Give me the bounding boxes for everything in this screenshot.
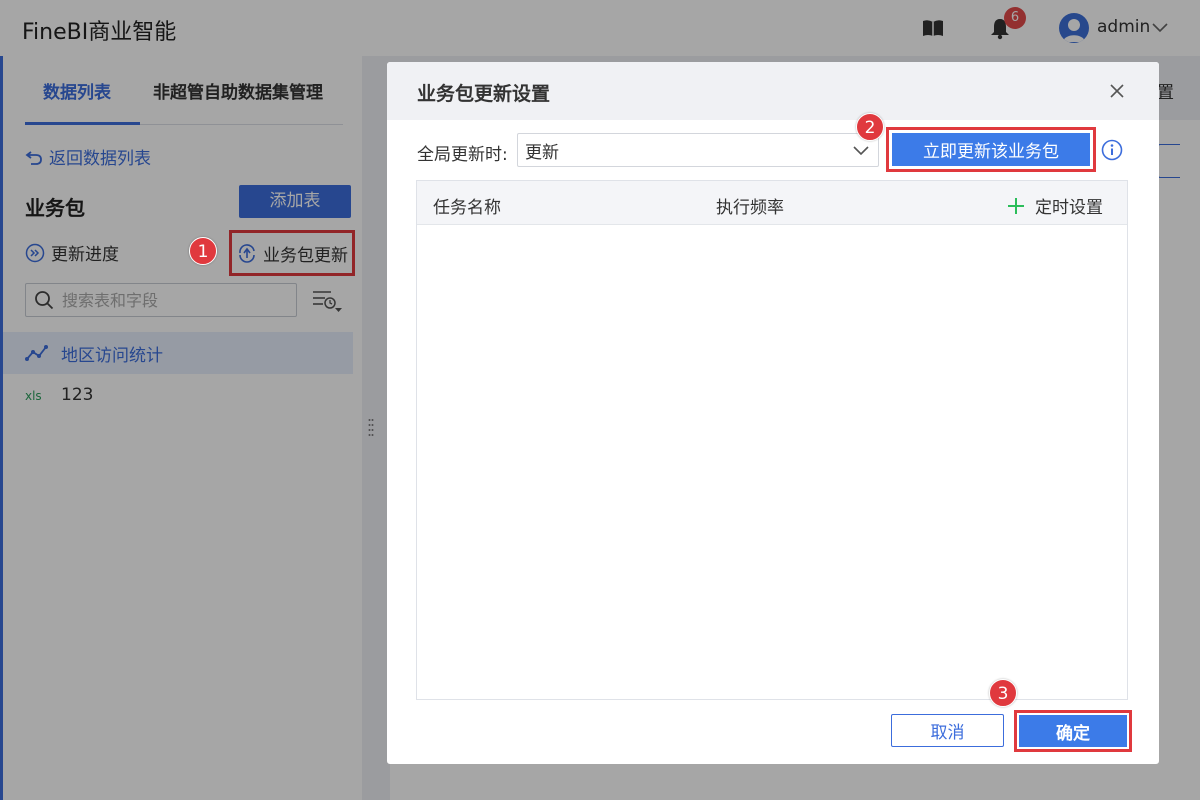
global-update-value: 更新 [525,142,559,163]
column-task-name: 任务名称 [433,198,501,218]
schedule-label: 定时设置 [1035,198,1103,218]
chevron-down-icon [853,146,869,156]
update-now-highlight: 立即更新该业务包 [886,127,1096,172]
confirm-button[interactable]: 确定 [1019,715,1127,747]
dialog-header: 业务包更新设置 [387,62,1159,120]
info-icon[interactable] [1101,139,1123,161]
cancel-button[interactable]: 取消 [891,714,1004,747]
update-now-button[interactable]: 立即更新该业务包 [892,133,1090,166]
dialog-title: 业务包更新设置 [417,83,551,105]
global-update-label: 全局更新时: [417,145,508,165]
package-update-dialog: 业务包更新设置 全局更新时: 更新 立即更新该业务包 任务名称 执行频率 定时设… [387,62,1159,764]
step-badge-2: 2 [856,113,884,141]
close-icon[interactable] [1107,81,1127,101]
add-schedule-button[interactable]: 定时设置 [1007,193,1103,218]
confirm-highlight: 确定 [1014,710,1132,752]
step-badge-3: 3 [989,679,1017,707]
task-table-header: 任务名称 执行频率 定时设置 [417,181,1127,225]
task-table: 任务名称 执行频率 定时设置 [416,180,1128,700]
plus-icon [1008,197,1024,214]
step-badge-1: 1 [189,237,217,265]
global-update-select[interactable]: 更新 [517,133,879,167]
column-frequency: 执行频率 [716,198,784,218]
